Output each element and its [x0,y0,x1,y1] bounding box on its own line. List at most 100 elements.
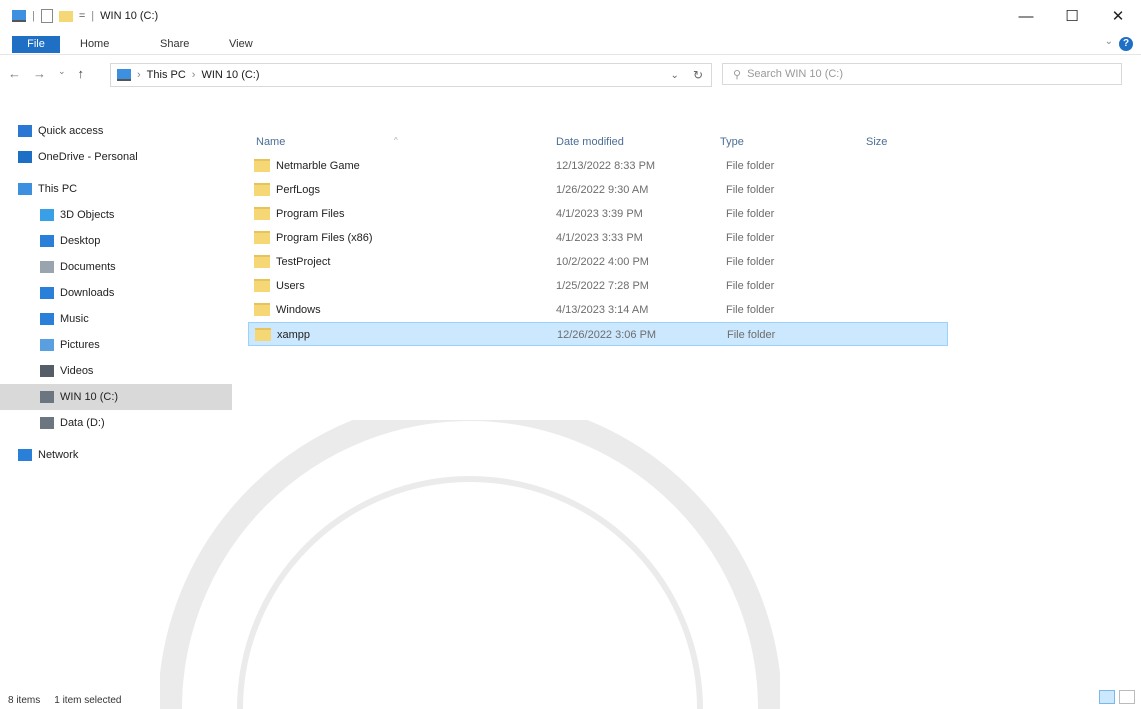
sidebar-item-pictures[interactable]: Pictures [0,332,232,358]
help-icon[interactable]: ? [1119,37,1133,51]
drive-icon [40,417,54,429]
table-row[interactable]: Program Files 4/1/2023 3:39 PM File folder [248,202,948,226]
tab-file[interactable]: File [12,36,60,53]
file-date-modified: 4/1/2023 3:39 PM [556,208,643,220]
desktop-icon [40,235,54,247]
address-dropdown-icon[interactable]: ⌄ [671,70,679,81]
column-header-name[interactable]: Name [256,136,285,148]
file-date-modified: 12/13/2022 8:33 PM [556,160,656,172]
sidebar-item-videos[interactable]: Videos [0,358,232,384]
file-name: TestProject [276,256,331,268]
folder-icon [255,328,271,341]
sidebar-item-label: Data (D:) [60,417,105,429]
address-bar[interactable]: › This PC › WIN 10 (C:) ⌄ ↻ [110,63,712,87]
column-header-date[interactable]: Date modified [556,136,624,148]
breadcrumb-separator[interactable]: › [137,69,141,81]
sidebar-item-documents[interactable]: Documents [0,254,232,280]
breadcrumb-separator[interactable]: › [192,69,196,81]
recent-locations-icon[interactable]: ⌄ [58,66,66,81]
large-icons-view-icon[interactable] [1119,690,1135,704]
selection-count: 1 item selected [54,695,122,706]
file-type: File folder [726,208,775,220]
breadcrumb-this-pc[interactable]: This PC [147,69,186,81]
file-date-modified: 1/26/2022 9:30 AM [556,184,649,196]
folder-icon [254,183,270,196]
sidebar-item-win-10-c[interactable]: WIN 10 (C:) [0,384,232,410]
forward-icon[interactable]: → [33,66,46,81]
sidebar-item-label: Documents [60,261,116,273]
sidebar-item-onedrive-personal[interactable]: OneDrive - Personal [0,144,232,170]
column-header-size[interactable]: Size [866,136,887,148]
sidebar-item-label: OneDrive - Personal [38,151,138,163]
file-type: File folder [726,160,775,172]
search-box[interactable]: ⚲ Search WIN 10 (C:) [722,63,1122,85]
watermark-seal [160,420,780,709]
table-row[interactable]: xampp 12/26/2022 3:06 PM File folder [248,322,948,346]
new-folder-icon[interactable] [58,10,73,22]
back-icon[interactable]: ← [8,66,21,81]
sidebar-item-label: Network [38,449,79,461]
sidebar-item-data-d[interactable]: Data (D:) [0,410,232,436]
up-icon[interactable]: ↑ [78,66,85,81]
file-name: Windows [276,304,321,316]
tab-share[interactable]: Share [160,36,189,53]
column-header-type[interactable]: Type [720,136,744,148]
network-icon [18,449,32,461]
sidebar-item-3d-objects[interactable]: 3D Objects [0,202,232,228]
sidebar-item-label: Videos [60,365,94,377]
breadcrumb-drive[interactable]: WIN 10 (C:) [201,69,259,81]
title-bar: | = | WIN 10 (C:) — ☐ ✕ [0,0,1141,34]
file-type: File folder [726,232,775,244]
sidebar-item-downloads[interactable]: Downloads [0,280,232,306]
file-type: File folder [726,304,775,316]
sidebar-item-network[interactable]: Network [0,442,232,468]
nav-buttons: ← → ⌄ ↑ [8,66,84,81]
file-date-modified: 4/13/2023 3:14 AM [556,304,649,316]
file-name: Program Files [276,208,345,220]
drive-icon [40,391,54,403]
ribbon-tabs: File Home Share View ⌄ ? [0,34,1141,55]
close-button[interactable]: ✕ [1095,0,1141,32]
properties-icon[interactable] [40,9,53,23]
sidebar-item-label: WIN 10 (C:) [60,391,119,403]
maximize-button[interactable]: ☐ [1049,0,1095,32]
file-rows: Netmarble Game 12/13/2022 8:33 PM File fol… [248,154,1138,346]
table-row[interactable]: Netmarble Game 12/13/2022 8:33 PM File fol… [248,154,948,178]
sort-arrow-icon: ^ [394,136,398,145]
sidebar-item-label: Music [60,313,89,325]
file-type: File folder [726,280,775,292]
details-view-icon[interactable] [1099,690,1115,704]
computer-icon [117,69,131,81]
pictures-icon [40,339,54,351]
folder-icon [254,159,270,172]
sidebar-item-label: Downloads [60,287,115,299]
table-row[interactable]: Users 1/25/2022 7:28 PM File folder [248,274,948,298]
tab-view[interactable]: View [229,36,253,53]
customize-toolbar-icon[interactable]: = [79,10,85,22]
sidebar-item-this-pc[interactable]: This PC [0,176,232,202]
sidebar-item-label: Pictures [60,339,100,351]
table-row[interactable]: PerfLogs 1/26/2022 9:30 AM File folder [248,178,948,202]
tab-home[interactable]: Home [80,36,109,53]
video-icon [40,365,54,377]
navigation-pane: Quick access OneDrive - Personal This PC 3D… [0,118,232,468]
table-row[interactable]: TestProject 10/2/2022 4:00 PM File folder [248,250,948,274]
column-headers: ^ Name Date modified Type Size [248,128,1138,154]
refresh-icon[interactable]: ↻ [693,68,703,82]
sidebar-item-music[interactable]: Music [0,306,232,332]
file-name: Netmarble Game [276,160,360,172]
table-row[interactable]: Windows 4/13/2023 3:14 AM File folder [248,298,948,322]
folder-icon [254,255,270,268]
sidebar-item-label: This PC [38,183,78,195]
file-name: PerfLogs [276,184,321,196]
navigation-bar: ← → ⌄ ↑ › This PC › WIN 10 (C:) ⌄ ↻ ⚲ Se… [0,54,1141,96]
status-bar: 8 items 1 item selected [8,695,122,706]
sidebar-item-quick-access[interactable]: Quick access [0,118,232,144]
sidebar-item-desktop[interactable]: Desktop [0,228,232,254]
table-row[interactable]: Program Files (x86) 4/1/2023 3:33 PM File … [248,226,948,250]
folder-icon [254,231,270,244]
ribbon-expand-icon[interactable]: ⌄ [1105,36,1113,47]
window-title: WIN 10 (C:) [100,10,159,22]
minimize-button[interactable]: — [1003,0,1049,32]
window-controls: — ☐ ✕ [1003,0,1141,32]
